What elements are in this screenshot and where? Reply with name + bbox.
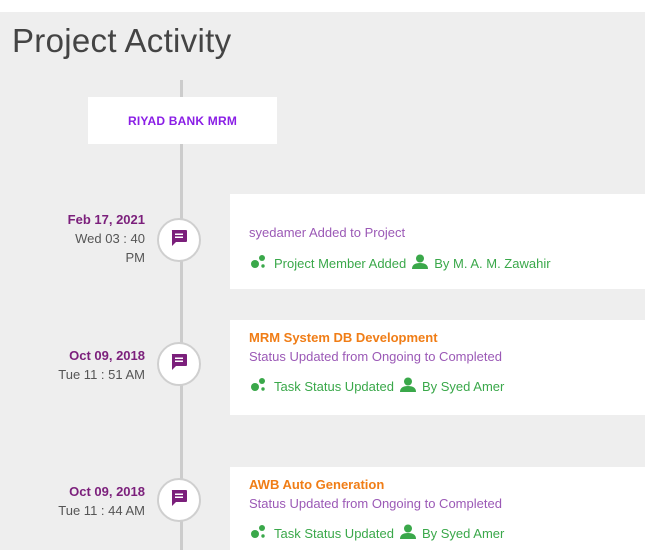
activity-meta: Project Member Added By M. A. M. Zawahir	[249, 253, 645, 274]
activity-type: Task Status Updated	[274, 526, 394, 541]
activity-card: AWB Auto Generation Status Updated from …	[230, 467, 645, 550]
project-label: RIYAD BANK MRM	[88, 97, 277, 144]
user-icon	[412, 254, 429, 273]
activity-text: Status Updated from Ongoing to Completed	[249, 349, 502, 364]
timeline-node[interactable]	[157, 218, 201, 262]
activity-text: syedamer Added to Project	[249, 225, 406, 240]
activity-author[interactable]: By Syed Amer	[422, 526, 504, 541]
activity-title[interactable]: MRM System DB Development	[249, 330, 645, 345]
page-title: Project Activity	[12, 22, 232, 59]
activity-title[interactable]: AWB Auto Generation	[249, 477, 645, 492]
user-icon	[399, 524, 416, 543]
dots-icon	[249, 523, 271, 544]
entry-datetime: Feb 17, 2021 Wed 03 : 40 PM	[15, 210, 145, 267]
entry-time: Tue 11 : 51 AM	[58, 367, 145, 382]
activity-meta: Task Status Updated By Syed Amer	[249, 523, 645, 544]
entry-time: Tue 11 : 44 AM	[58, 503, 145, 518]
activity-author[interactable]: By M. A. M. Zawahir	[434, 256, 550, 271]
timeline-node[interactable]	[157, 342, 201, 386]
activity-meta: Task Status Updated By Syed Amer	[249, 376, 645, 397]
entry-date: Feb 17, 2021	[67, 212, 145, 227]
comment-icon	[170, 489, 188, 512]
dots-icon	[249, 376, 271, 397]
entry-date: Oct 09, 2018	[69, 348, 145, 363]
activity-type: Project Member Added	[274, 256, 407, 271]
entry-datetime: Oct 09, 2018 Tue 11 : 51 AM	[15, 346, 145, 384]
user-icon	[399, 377, 416, 396]
entry-datetime: Oct 09, 2018 Tue 11 : 44 AM	[15, 482, 145, 520]
activity-card: MRM System DB Development Status Updated…	[230, 320, 645, 415]
dots-icon	[249, 253, 271, 274]
comment-icon	[170, 229, 188, 252]
entry-time-suffix: PM	[125, 250, 146, 265]
activity-text: Status Updated from Ongoing to Completed	[249, 496, 502, 511]
activity-panel: Project Activity RIYAD BANK MRM Feb 17, …	[0, 12, 645, 550]
activity-card: syedamer Added to Project Project Member…	[230, 194, 645, 289]
comment-icon	[170, 353, 188, 376]
activity-type: Task Status Updated	[274, 379, 394, 394]
entry-date: Oct 09, 2018	[69, 484, 145, 499]
entry-time: Wed 03 : 40	[75, 231, 145, 246]
activity-author[interactable]: By Syed Amer	[422, 379, 504, 394]
timeline-node[interactable]	[157, 478, 201, 522]
